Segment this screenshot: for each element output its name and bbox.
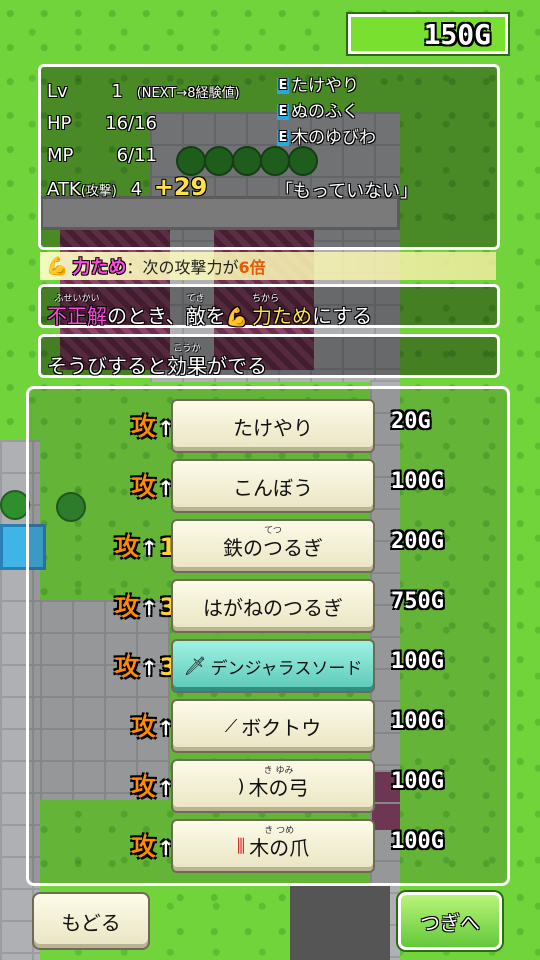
buy-konbou-button[interactable]: こんぼう: [171, 459, 375, 513]
mp-value: 6/11: [116, 145, 157, 166]
buy-takeyari-button[interactable]: たけやり: [171, 399, 375, 453]
buy-wooden-claw-button[interactable]: ⫼ き つめ 木の爪: [171, 819, 375, 873]
equip-hint-text: そうびすると こうか 効果がでる: [47, 344, 267, 378]
lv-next: (NEXT→8経験値): [136, 86, 240, 101]
atk-sub: (攻撃): [80, 184, 117, 199]
atk-bonus: +29: [153, 173, 208, 201]
item-price: 200G: [391, 529, 444, 554]
equip-armor: E ぬのふく: [277, 102, 359, 122]
equipped-badge: E: [277, 130, 289, 146]
hp-label: HP: [47, 113, 72, 134]
shop-row: 攻↑30 はがねのつるぎ 750G: [29, 573, 513, 633]
shop-row: 攻↑5 ) き ゆみ木の弓 100G: [29, 753, 513, 813]
lv-label: Lv: [47, 81, 68, 102]
shop-row: 攻↑8 こんぼう 100G: [29, 453, 513, 513]
item-price: 100G: [391, 649, 444, 674]
item-price: 750G: [391, 589, 444, 614]
item-price: 20G: [391, 409, 431, 434]
muscle-icon: 💪: [225, 307, 249, 328]
mp-row: MP 6/11: [47, 145, 165, 166]
buy-bokutou-button[interactable]: ⟋ ボクトウ: [171, 699, 375, 753]
weapon-shop-list: 攻↑1 たけやり 20G 攻↑8 こんぼう 100G 攻↑15 てつ鉄のつるぎ …: [26, 386, 510, 886]
atk-label: ATK: [47, 179, 81, 200]
back-button[interactable]: もどる: [32, 892, 150, 950]
buy-wooden-bow-button[interactable]: ) き ゆみ 木の弓: [171, 759, 375, 813]
shop-row: 攻↑15 てつ鉄のつるぎ 200G: [29, 513, 513, 573]
item-price: 100G: [391, 769, 444, 794]
equip-hint-box: そうびすると こうか 効果がでる: [38, 334, 500, 378]
skill-multiplier: 6倍: [238, 258, 266, 277]
shop-row: 攻↑5 ⟋ボクトウ 100G: [29, 693, 513, 753]
equipped-badge: E: [277, 104, 289, 120]
lv-value: 1: [111, 81, 123, 102]
wooden-sword-icon: ⟋: [224, 715, 238, 737]
bow-icon: ): [237, 775, 245, 797]
item-price: 100G: [391, 469, 444, 494]
atk-value: 4: [130, 179, 143, 200]
shop-row: 攻↑1 たけやり 20G: [29, 393, 513, 453]
item-price: 100G: [391, 709, 444, 734]
sword-icon: 🗡: [183, 655, 207, 677]
buy-dangerous-sword-button[interactable]: 🗡 デンジャラスソード: [171, 639, 375, 693]
equip-weapon: E たけやり: [277, 76, 359, 96]
skill-tip-bar: 💪 力ため ： 次の攻撃力が 6倍: [40, 252, 496, 280]
hp-value: 16/16: [105, 113, 157, 134]
shop-row: 攻↑30 🗡デンジャラスソード 100G: [29, 633, 513, 693]
gold-counter: 150G: [348, 14, 508, 54]
shop-row: 攻↑5 ⫼ き つめ木の爪 100G: [29, 813, 513, 873]
accessory-note: 「もっていない」: [275, 181, 419, 202]
item-price: 100G: [391, 829, 444, 854]
mp-label: MP: [47, 145, 74, 166]
muscle-icon: 💪: [46, 255, 69, 277]
next-button[interactable]: つぎへ: [398, 892, 502, 950]
equipped-badge: E: [277, 78, 289, 94]
skill-name: 力ため: [72, 257, 127, 278]
level-row: Lv 1 (NEXT→8経験値): [47, 81, 240, 102]
buy-steel-sword-button[interactable]: はがねのつるぎ: [171, 579, 375, 633]
status-panel: Lv 1 (NEXT→8経験値) HP 16/16 MP 6/11 ATK(攻撃) 4…: [38, 64, 500, 250]
effect-info-box: ふせいかい 不正解のとき、 てき 敵を💪 ちから 力ためにする: [38, 284, 500, 328]
hp-row: HP 16/16: [47, 113, 165, 134]
effect-info-text: ふせいかい 不正解のとき、 てき 敵を💪 ちから 力ためにする: [47, 294, 373, 328]
buy-iron-sword-button[interactable]: てつ 鉄のつるぎ: [171, 519, 375, 573]
atk-row: ATK(攻撃) 4 +29: [47, 173, 207, 201]
claw-icon: ⫼: [236, 835, 246, 857]
equip-accessory: E 木のゆびわ: [277, 128, 376, 148]
skill-desc: 次の攻撃力が: [142, 258, 239, 277]
